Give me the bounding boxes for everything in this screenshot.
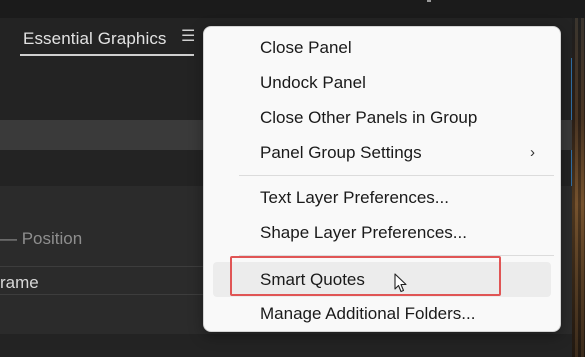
menu-item-close-other-panels[interactable]: Close Other Panels in Group bbox=[204, 100, 560, 135]
top-toolbar-strip bbox=[0, 0, 585, 18]
menu-item-manage-additional-folders[interactable]: Manage Additional Folders... bbox=[204, 296, 560, 331]
menu-item-label: Close Other Panels in Group bbox=[260, 108, 478, 127]
menu-item-label: Close Panel bbox=[260, 38, 352, 57]
annotation-highlight-box bbox=[230, 256, 501, 296]
active-tab-indicator bbox=[20, 54, 194, 56]
menu-item-label: Panel Group Settings bbox=[260, 143, 422, 162]
program-monitor-edge bbox=[572, 18, 585, 357]
toolbar-marker bbox=[427, 0, 431, 2]
menu-item-label: Manage Additional Folders... bbox=[260, 304, 476, 323]
tab-essential-graphics[interactable]: Essential Graphics bbox=[23, 29, 167, 49]
chevron-right-icon: › bbox=[530, 144, 535, 161]
menu-item-label: Text Layer Preferences... bbox=[260, 188, 449, 207]
menu-item-shape-layer-preferences[interactable]: Shape Layer Preferences... bbox=[204, 215, 560, 250]
menu-separator bbox=[239, 175, 554, 176]
keyframe-property-label: rame bbox=[0, 273, 39, 292]
menu-item-label: Undock Panel bbox=[260, 73, 366, 92]
menu-item-undock-panel[interactable]: Undock Panel bbox=[204, 65, 560, 100]
menu-item-text-layer-preferences[interactable]: Text Layer Preferences... bbox=[204, 180, 560, 215]
mouse-pointer-icon bbox=[394, 273, 407, 293]
menu-item-panel-group-settings[interactable]: Panel Group Settings › bbox=[204, 135, 560, 170]
hamburger-menu-icon[interactable]: ☰ bbox=[181, 29, 195, 45]
menu-item-label: Shape Layer Preferences... bbox=[260, 223, 467, 242]
position-property-label: — Position bbox=[0, 229, 83, 248]
menu-item-close-panel[interactable]: Close Panel bbox=[204, 30, 560, 65]
